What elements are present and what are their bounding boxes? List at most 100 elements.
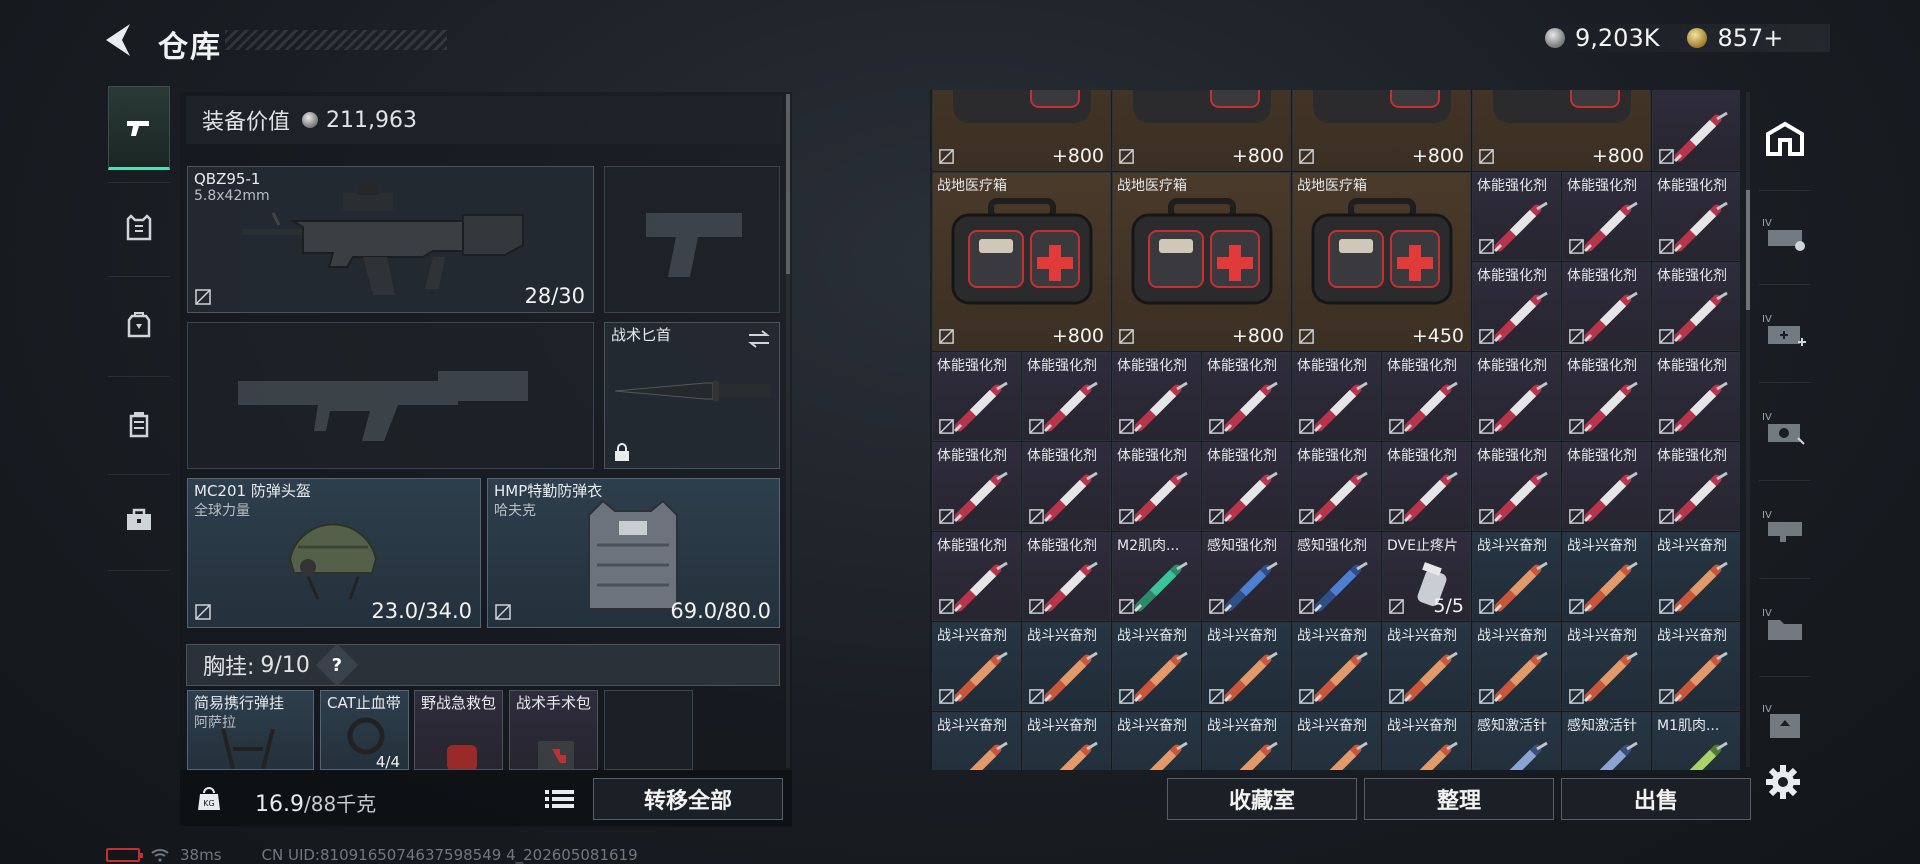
stash-item[interactable]: 体能强化剂 <box>1562 262 1651 351</box>
nav-chest-rig[interactable] <box>108 382 170 466</box>
stash-scrollbar-thumb[interactable] <box>1746 190 1750 310</box>
nav-weapons[interactable] <box>108 86 170 170</box>
stash-item[interactable]: 体能强化剂 <box>1472 442 1561 531</box>
stash-item[interactable]: DVE止疼片 5/5 <box>1382 532 1471 621</box>
second-primary-weapon-slot[interactable] <box>187 322 594 469</box>
primary-weapon-slot[interactable]: QBZ95-1 5.8x42mm 28/30 <box>187 166 594 313</box>
nav-toolbox[interactable] <box>108 478 170 562</box>
stash-item[interactable]: 体能强化剂 <box>1382 442 1471 531</box>
chest-rig-item[interactable]: 野战急救包 <box>414 690 503 770</box>
stash-item[interactable]: 体能强化剂 <box>1472 172 1561 261</box>
stash-item[interactable]: 战斗兴奋剂 <box>1652 622 1740 711</box>
stash-item[interactable]: 感知激活针 <box>1562 712 1651 770</box>
chest-rig-empty-slot[interactable] <box>604 690 693 770</box>
stash-item[interactable]: 感知激活针 <box>1472 712 1561 770</box>
stash-item[interactable]: 感知强化剂 <box>1202 532 1291 621</box>
nav-armor[interactable] <box>108 186 170 270</box>
tab-container-iv-2[interactable]: IV <box>1755 292 1815 370</box>
no-insure-icon <box>1389 689 1404 704</box>
stash-item[interactable]: 体能强化剂 <box>1562 172 1651 261</box>
stash-item[interactable]: 体能强化剂 <box>1022 352 1111 441</box>
stash-item[interactable]: 体能强化剂 <box>1022 532 1111 621</box>
stash-item[interactable]: 体能强化剂 <box>932 532 1021 621</box>
secondary-weapon-slot[interactable] <box>604 166 780 313</box>
swap-icon[interactable] <box>747 329 771 349</box>
stash-item-medkit[interactable]: +800 <box>932 90 1111 171</box>
sell-button[interactable]: 出售 <box>1561 778 1751 820</box>
stash-item[interactable]: 战斗兴奋剂 <box>932 622 1021 711</box>
stash-item[interactable]: 体能强化剂 <box>1472 262 1561 351</box>
stash-item[interactable]: 体能强化剂 <box>1652 442 1740 531</box>
stash-item[interactable]: 体能强化剂 <box>1472 352 1561 441</box>
settings-gear-icon[interactable] <box>1765 764 1801 800</box>
tab-container-iv-3[interactable]: IV <box>1755 390 1815 468</box>
stash-item[interactable]: 战斗兴奋剂 <box>1562 532 1651 621</box>
stash-item[interactable]: 感知强化剂 <box>1292 532 1381 621</box>
medkit-image <box>1133 90 1271 123</box>
no-insure-icon <box>1209 509 1224 524</box>
stash-item[interactable]: 战斗兴奋剂 <box>1022 622 1111 711</box>
stash-item[interactable]: 战斗兴奋剂 <box>1292 622 1381 711</box>
tab-container-iv-4[interactable]: IV <box>1755 488 1815 566</box>
melee-slot[interactable]: 战术匕首 <box>604 322 780 469</box>
stash-item[interactable]: 体能强化剂 <box>932 352 1021 441</box>
stash-item[interactable]: 体能强化剂 <box>1652 262 1740 351</box>
stash-item[interactable]: 战斗兴奋剂 <box>1112 712 1201 770</box>
stash-item[interactable]: 战斗兴奋剂 <box>1472 532 1561 621</box>
stash-item[interactable]: 体能强化剂 <box>1562 442 1651 531</box>
stash-item[interactable]: 战斗兴奋剂 <box>932 712 1021 770</box>
stash-item[interactable]: 战斗兴奋剂 <box>1652 532 1740 621</box>
stash-item-medkit[interactable]: +800 <box>1472 90 1651 171</box>
tab-container-iv-6[interactable]: IV <box>1755 682 1815 760</box>
stash-item[interactable]: M2肌肉... <box>1112 532 1201 621</box>
chest-rig-item[interactable]: CAT止血带 4/4 <box>320 690 409 770</box>
stash-item-medkit[interactable]: 战地医疗箱 +450 <box>1292 172 1471 351</box>
nav-backpack[interactable] <box>108 282 170 366</box>
chest-rig-item[interactable]: 简易携行弹挂 阿萨拉 <box>187 690 314 770</box>
stash-item[interactable]: 体能强化剂 <box>1382 352 1471 441</box>
tab-main-stash[interactable] <box>1755 100 1815 178</box>
stash-item[interactable]: 体能强化剂 <box>1202 442 1291 531</box>
stash-item-medkit[interactable]: 战地医疗箱 +800 <box>1112 172 1291 351</box>
organize-button[interactable]: 整理 <box>1364 778 1554 820</box>
stash-item[interactable] <box>1652 90 1740 171</box>
stash-item[interactable]: M1肌肉... <box>1652 712 1740 770</box>
stash-item[interactable]: 体能强化剂 <box>1652 352 1740 441</box>
stash-item-medkit[interactable]: 战地医疗箱 +800 <box>932 172 1111 351</box>
tab-container-iv-1[interactable]: IV <box>1755 196 1815 274</box>
stash-item[interactable]: 战斗兴奋剂 <box>1562 622 1651 711</box>
stash-item[interactable]: 战斗兴奋剂 <box>1112 622 1201 711</box>
stash-item-medkit[interactable]: +800 <box>1292 90 1471 171</box>
stash-item[interactable]: 战斗兴奋剂 <box>1292 712 1381 770</box>
stash-item[interactable]: 战斗兴奋剂 <box>1202 712 1291 770</box>
stash-item[interactable]: 战斗兴奋剂 <box>1202 622 1291 711</box>
stash-item[interactable]: 战斗兴奋剂 <box>1022 712 1111 770</box>
collection-room-button[interactable]: 收藏室 <box>1167 778 1357 820</box>
stash-item[interactable]: 战斗兴奋剂 <box>1382 622 1471 711</box>
stash-item[interactable]: 体能强化剂 <box>1292 352 1381 441</box>
chest-rig-item[interactable]: 战术手术包 <box>509 690 598 770</box>
stash-item[interactable]: 战斗兴奋剂 <box>1472 622 1561 711</box>
stash-item[interactable]: 体能强化剂 <box>932 442 1021 531</box>
stash-item[interactable]: 战斗兴奋剂 <box>1382 712 1471 770</box>
no-insure-icon <box>495 604 511 620</box>
left-scrollbar-thumb[interactable] <box>786 94 790 274</box>
help-button[interactable]: ? <box>315 643 359 687</box>
back-button[interactable] <box>100 22 140 58</box>
stash-item[interactable]: 体能强化剂 <box>1292 442 1381 531</box>
syringe-icon <box>1493 471 1548 523</box>
stash-item[interactable]: 体能强化剂 <box>1112 352 1201 441</box>
list-view-button[interactable] <box>543 785 577 813</box>
item-name: 体能强化剂 <box>1567 178 1637 194</box>
helmet-slot[interactable]: MC201 防弹头盔 全球力量 23.0/34.0 <box>187 478 481 628</box>
transfer-all-button[interactable]: 转移全部 <box>593 778 783 820</box>
stash-item[interactable]: 体能强化剂 <box>1022 442 1111 531</box>
stash-item[interactable]: 体能强化剂 <box>1202 352 1291 441</box>
stash-item[interactable]: 体能强化剂 <box>1652 172 1740 261</box>
stash-item-medkit[interactable]: +800 <box>1112 90 1291 171</box>
armor-slot[interactable]: HMP特勤防弹衣 哈夫克 69.0/80.0 <box>487 478 780 628</box>
stash-item[interactable]: 体能强化剂 <box>1112 442 1201 531</box>
tab-container-iv-5[interactable]: IV <box>1755 586 1815 664</box>
gold-amount[interactable]: 857+ <box>1717 24 1783 52</box>
stash-item[interactable]: 体能强化剂 <box>1562 352 1651 441</box>
